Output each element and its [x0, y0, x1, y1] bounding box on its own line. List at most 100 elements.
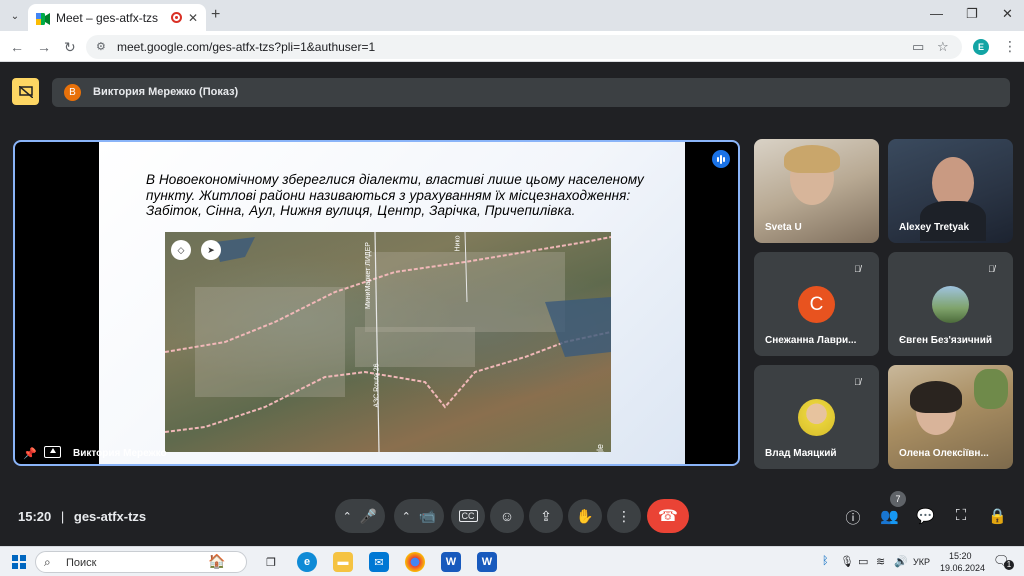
- participant-tile[interactable]: 🎙̸ Євген Без'язичний: [888, 252, 1013, 356]
- bluetooth-icon[interactable]: ᛒ: [822, 555, 829, 567]
- more-vert-icon: ⋮: [617, 507, 631, 524]
- present-now-button[interactable]: ⇪: [529, 499, 563, 533]
- satellite-map: ◇ ➤ АЗС Route 26 МиниМаркет ЛИДЕР Нико G…: [165, 232, 611, 452]
- browser-toolbar: ← → ↻ ⚙ meet.google.com/ges-atfx-tzs?pli…: [0, 31, 1024, 62]
- browser-tab-meet[interactable]: Meet – ges-atfx-tzs ✕: [28, 4, 206, 31]
- microphone-control[interactable]: ⌃ 🎤: [335, 499, 385, 533]
- meeting-time: 15:20: [18, 509, 52, 524]
- search-highlight-icon: 🏠: [208, 553, 226, 569]
- shared-screen-stage[interactable]: В Новоекономічному збереглися діалекти, …: [13, 140, 740, 466]
- stage-presenter-name: Виктория Мережко: [73, 448, 167, 459]
- new-tab-button[interactable]: +: [211, 6, 220, 24]
- end-call-button[interactable]: ☎: [647, 499, 689, 533]
- presenter-banner: В Виктория Мережко (Показ): [52, 78, 1010, 107]
- participant-tile[interactable]: 🎙̸ С Снежанна Лаври...: [754, 252, 879, 356]
- hand-icon: ✋: [576, 507, 594, 524]
- captions-button[interactable]: CC: [451, 499, 485, 533]
- tab-search-chevron-icon[interactable]: ⌄: [6, 7, 24, 25]
- camera-icon[interactable]: 📹: [419, 508, 436, 525]
- participant-tile[interactable]: Олена Олексіївн...: [888, 365, 1013, 469]
- participant-tile[interactable]: Alexey Tretyak: [888, 139, 1013, 243]
- host-controls-icon[interactable]: 🔒: [988, 507, 1007, 525]
- forward-arrow-icon[interactable]: →: [37, 39, 51, 55]
- site-settings-icon[interactable]: ⚙: [96, 40, 106, 53]
- browser-menu-icon[interactable]: ⋮: [1003, 38, 1017, 55]
- taskbar-search[interactable]: ⌕ Поиск 🏠: [35, 551, 247, 573]
- mic-muted-icon: 🎙̸: [854, 377, 861, 387]
- present-screen-icon: ⇪: [540, 507, 552, 524]
- minimize-button[interactable]: —: [930, 6, 943, 21]
- raise-hand-button[interactable]: ✋: [568, 499, 602, 533]
- file-explorer-icon[interactable]: ▬: [333, 552, 353, 572]
- participant-name: Євген Без'язичний: [899, 335, 992, 346]
- mic-muted-icon: 🎙̸: [988, 264, 995, 274]
- people-count-badge: 7: [890, 491, 906, 507]
- windows-taskbar: ⌕ Поиск 🏠 ❐ e ▬ ✉ W W ᛒ 🎙 ▭ ≋ 🔊 УКР 15:2…: [0, 546, 1024, 576]
- emoji-icon: ☺: [499, 508, 515, 524]
- profile-avatar[interactable]: E: [973, 39, 989, 55]
- map-road-label: АЗС Route 26: [373, 363, 381, 408]
- stop-presenting-icon[interactable]: [12, 78, 39, 105]
- edge-browser-icon[interactable]: e: [297, 552, 317, 572]
- restore-button[interactable]: ❐: [966, 6, 978, 22]
- tray-camera-icon[interactable]: ▭: [858, 555, 868, 568]
- more-options-button[interactable]: ⋮: [607, 499, 641, 533]
- meeting-details-icon[interactable]: ⓘ: [844, 507, 862, 528]
- phone-hangup-icon: ☎: [658, 508, 678, 525]
- people-icon[interactable]: 👥: [880, 507, 899, 525]
- search-icon: ⌕: [44, 555, 51, 569]
- camera-in-use-icon[interactable]: ▭: [912, 39, 924, 55]
- reload-icon[interactable]: ↻: [64, 39, 76, 56]
- microphone-icon[interactable]: 🎤: [360, 508, 377, 525]
- mail-icon[interactable]: ✉: [369, 552, 389, 572]
- participant-name: Влад Маяцкий: [765, 448, 837, 459]
- url-text: meet.google.com/ges-atfx-tzs?pli=1&authu…: [117, 40, 376, 54]
- participant-avatar: [798, 399, 835, 436]
- participant-tile[interactable]: 🎙̸ Влад Маяцкий: [754, 365, 879, 469]
- present-screen-icon[interactable]: [44, 446, 61, 458]
- presentation-slide: В Новоекономічному збереглися діалекти, …: [99, 142, 685, 464]
- task-view-icon[interactable]: ❐: [261, 552, 281, 572]
- closed-captions-icon: CC: [458, 510, 478, 522]
- network-icon[interactable]: ≋: [876, 555, 885, 568]
- chat-icon[interactable]: 💬: [916, 507, 935, 525]
- input-language[interactable]: УКР: [913, 557, 930, 567]
- camera-control[interactable]: ⌃ 📹: [394, 499, 444, 533]
- chevron-up-icon[interactable]: ⌃: [402, 510, 411, 523]
- participant-name: Снежанна Лаври...: [765, 335, 857, 346]
- word-document-icon[interactable]: W: [477, 552, 497, 572]
- browser-tab-strip: ⌄ Meet – ges-atfx-tzs ✕ + — ❐ ✕: [0, 0, 1024, 31]
- map-directions-icon: ◇: [171, 240, 191, 260]
- participant-name: Alexey Tretyak: [899, 222, 970, 233]
- tab-close-icon[interactable]: ✕: [188, 11, 198, 25]
- volume-icon[interactable]: 🔊: [894, 555, 908, 568]
- windows-start-icon[interactable]: [12, 555, 26, 569]
- speaking-indicator-icon: [712, 150, 730, 168]
- chrome-browser-icon[interactable]: [405, 552, 425, 572]
- activities-icon[interactable]: ⛶: [952, 507, 970, 524]
- pin-icon[interactable]: 📌: [23, 447, 37, 460]
- word-app-icon[interactable]: W: [441, 552, 461, 572]
- notification-count-badge: 1: [1004, 560, 1014, 570]
- back-arrow-icon[interactable]: ←: [10, 39, 24, 55]
- map-place-icon: ➤: [201, 240, 221, 260]
- participant-tile[interactable]: Sveta U: [754, 139, 879, 243]
- clock-date[interactable]: 19.06.2024: [940, 563, 985, 573]
- participant-avatar: [932, 286, 969, 323]
- mic-muted-icon: 🎙̸: [854, 264, 861, 274]
- bookmark-star-icon[interactable]: ☆: [937, 39, 949, 55]
- chevron-up-icon[interactable]: ⌃: [343, 510, 352, 523]
- reactions-button[interactable]: ☺: [490, 499, 524, 533]
- recording-indicator-icon: [170, 12, 182, 23]
- map-street-label: Нико: [454, 235, 462, 252]
- tray-mic-icon[interactable]: 🎙: [840, 555, 854, 568]
- participant-name: Sveta U: [765, 222, 802, 233]
- taskbar-search-placeholder: Поиск: [66, 557, 97, 569]
- address-bar[interactable]: ⚙ meet.google.com/ges-atfx-tzs?pli=1&aut…: [86, 35, 962, 59]
- clock-time[interactable]: 15:20: [949, 551, 972, 561]
- close-window-button[interactable]: ✕: [1002, 6, 1013, 22]
- presenter-banner-text: Виктория Мережко (Показ): [93, 86, 239, 98]
- meeting-separator: |: [60, 509, 65, 524]
- meet-favicon-icon: [36, 12, 50, 25]
- slide-text: В Новоекономічному збереглися діалекти, …: [146, 172, 644, 218]
